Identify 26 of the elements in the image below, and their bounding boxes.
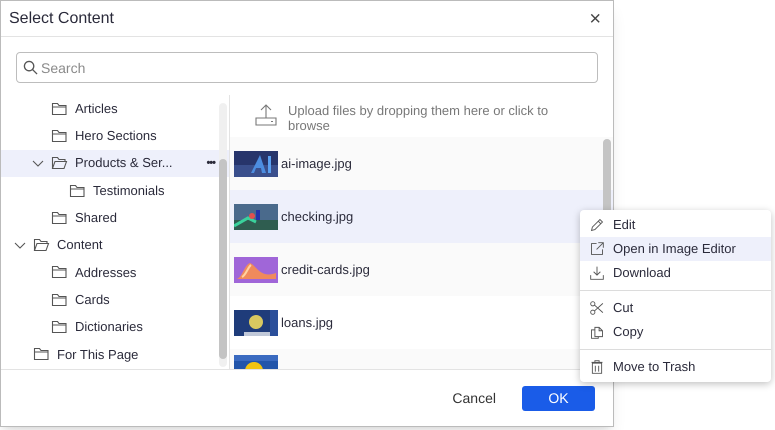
file-name: loans.jpg bbox=[281, 314, 334, 332]
dialog-title: Select Content bbox=[9, 8, 114, 28]
file-row[interactable]: checking.jpg bbox=[230, 190, 613, 243]
search-field[interactable]: Search bbox=[16, 52, 598, 83]
ok-button[interactable]: OK bbox=[522, 386, 595, 410]
cancel-button[interactable]: Cancel bbox=[448, 386, 500, 410]
tree-item[interactable]: Addresses bbox=[1, 258, 229, 286]
file-row[interactable]: ai-image.jpg bbox=[230, 137, 613, 190]
upload-hint: Upload files by dropping them here or click to browse bbox=[288, 103, 550, 133]
close-button[interactable]: × bbox=[589, 8, 601, 28]
menu-item[interactable]: Open in Image Editor bbox=[580, 237, 771, 261]
tree-item[interactable]: Products & Ser... ••• bbox=[1, 150, 229, 177]
tree-item[interactable]: Dictionaries bbox=[1, 313, 229, 341]
upload-area[interactable]: Upload files by dropping them here or click to browse bbox=[230, 95, 613, 137]
tree-item[interactable]: Hero Sections bbox=[1, 122, 229, 150]
tree-item[interactable]: Content bbox=[1, 231, 229, 259]
tree-item[interactable]: Testimonials bbox=[1, 176, 229, 204]
menu-item[interactable]: Move to Trash bbox=[580, 355, 771, 379]
tree-item[interactable]: Articles bbox=[1, 95, 229, 122]
file-name: credit-cards.jpg bbox=[281, 260, 371, 279]
tree-item[interactable]: Shared bbox=[1, 204, 229, 232]
more-options[interactable]: ••• bbox=[206, 154, 215, 172]
file-name: checking.jpg bbox=[281, 208, 354, 226]
file-name: ai-image.jpg bbox=[281, 154, 353, 173]
tree-item[interactable]: Cards bbox=[1, 286, 229, 314]
tree-item[interactable]: For This Page bbox=[1, 340, 229, 368]
